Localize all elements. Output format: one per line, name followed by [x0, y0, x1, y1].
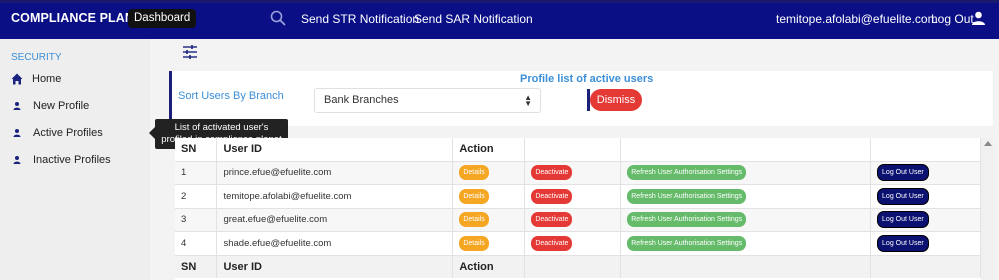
refresh-authorisation-button[interactable]: Refresh User Authorisation Settings	[627, 165, 747, 181]
vertical-scrollbar[interactable]	[981, 138, 993, 280]
cell-sn: 1	[175, 160, 218, 185]
refresh-authorisation-button[interactable]: Refresh User Authorisation Settings	[627, 188, 747, 204]
refresh-authorisation-button[interactable]: Refresh User Authorisation Settings	[627, 212, 747, 228]
logout-user-button[interactable]: Log Out User	[877, 211, 929, 229]
cell-user-id: temitope.afolabi@efuelite.com	[216, 184, 454, 208]
sidebar-item-label: Inactive Profiles	[33, 154, 111, 166]
header-blank	[870, 138, 981, 161]
cell-refresh: Refresh User Authorisation Settings	[620, 207, 872, 232]
cell-details: Details	[452, 207, 526, 232]
cell-logout: Log Out User	[870, 184, 981, 208]
logout-user-button[interactable]: Log Out User	[877, 164, 929, 182]
send-sar-notification-link[interactable]: Send SAR Notification	[414, 12, 533, 26]
scroll-up-arrow-icon[interactable]	[984, 141, 992, 146]
header-blank	[524, 138, 622, 161]
details-button[interactable]: Details	[459, 165, 489, 181]
footer-sn: SN	[175, 254, 218, 278]
header-sn: SN	[175, 138, 218, 161]
footer-user-id: User ID	[216, 254, 454, 278]
header-user-id: User ID	[216, 138, 454, 161]
logout-link[interactable]: Log Out	[931, 12, 974, 26]
cell-sn: 3	[175, 207, 218, 232]
cell-refresh: Refresh User Authorisation Settings	[620, 184, 872, 208]
logout-user-button[interactable]: Log Out User	[877, 234, 929, 252]
footer-blank	[620, 254, 872, 278]
sidebar: SECURITY Home New Profile Active Profile…	[0, 39, 150, 280]
details-button[interactable]: Details	[459, 212, 489, 228]
users-table-container: SN User ID Action 1 prince.efue@efuelite…	[175, 138, 981, 280]
table-row: 1 prince.efue@efuelite.com Details Deact…	[175, 160, 981, 185]
logout-user-button[interactable]: Log Out User	[877, 187, 929, 205]
dashboard-button[interactable]: Dashboard	[128, 9, 197, 28]
cell-sn: 4	[175, 231, 218, 255]
deactivate-button[interactable]: Deactivate	[531, 235, 573, 251]
cell-deactivate: Deactivate	[524, 231, 622, 255]
branch-select[interactable]: Bank Branches ▲ ▼	[314, 88, 541, 113]
table-row: 3 great.efue@efuelite.com Details Deacti…	[175, 207, 981, 232]
cell-sn: 2	[175, 184, 218, 208]
deactivate-button[interactable]: Deactivate	[531, 188, 573, 204]
cell-logout: Log Out User	[870, 231, 981, 255]
deactivate-button[interactable]: Deactivate	[531, 165, 573, 181]
footer-blank	[524, 254, 622, 278]
user-email: temitope.afolabi@efuelite.com	[776, 12, 938, 26]
refresh-authorisation-button[interactable]: Refresh User Authorisation Settings	[627, 235, 747, 251]
send-str-notification-link[interactable]: Send STR Notification	[301, 12, 419, 26]
cell-user-id: shade.efue@efuelite.com	[216, 231, 454, 255]
table-row: 4 shade.efue@efuelite.com Details Deacti…	[175, 231, 981, 255]
dismiss-button[interactable]: Dismiss	[590, 89, 642, 111]
cell-user-id: prince.efue@efuelite.com	[216, 160, 454, 185]
header-blank	[620, 138, 872, 161]
details-button[interactable]: Details	[459, 235, 489, 251]
cell-deactivate: Deactivate	[524, 207, 622, 232]
users-table: SN User ID Action 1 prince.efue@efuelite…	[175, 138, 981, 278]
sidebar-item-label: Active Profiles	[33, 127, 103, 139]
table-header-row: SN User ID Action	[175, 138, 981, 161]
sidebar-item-label: New Profile	[33, 100, 90, 112]
tooltip-line-1: List of activated user's	[174, 122, 269, 133]
header-action: Action	[452, 138, 526, 161]
table-footer-row: SN User ID Action	[175, 254, 981, 278]
person-icon	[13, 102, 21, 110]
footer-blank	[870, 254, 981, 278]
sidebar-item-label: Home	[32, 73, 62, 85]
cell-details: Details	[452, 160, 526, 185]
person-icon[interactable]	[971, 11, 986, 26]
cell-logout: Log Out User	[870, 207, 981, 232]
cell-logout: Log Out User	[870, 160, 981, 185]
table-row: 2 temitope.afolabi@efuelite.com Details …	[175, 184, 981, 208]
sort-by-branch-label: Sort Users By Branch	[178, 90, 284, 102]
search-icon[interactable]	[270, 10, 286, 26]
deactivate-button[interactable]: Deactivate	[531, 212, 573, 228]
person-icon	[13, 156, 21, 164]
filter-sliders-icon[interactable]	[182, 45, 198, 59]
details-button[interactable]: Details	[459, 188, 489, 204]
sidebar-item-home[interactable]: Home	[11, 73, 61, 85]
sidebar-item-new-profile[interactable]: New Profile	[11, 100, 89, 112]
panel-title: Profile list of active users	[520, 73, 654, 85]
cell-deactivate: Deactivate	[524, 184, 622, 208]
sidebar-item-inactive-profiles[interactable]: Inactive Profiles	[11, 154, 111, 166]
branch-select-value: Bank Branches	[324, 94, 399, 106]
sidebar-item-active-profiles[interactable]: Active Profiles	[11, 127, 103, 139]
cell-user-id: great.efue@efuelite.com	[216, 207, 454, 232]
cell-refresh: Refresh User Authorisation Settings	[620, 160, 872, 185]
cell-deactivate: Deactivate	[524, 160, 622, 185]
cell-details: Details	[452, 184, 526, 208]
select-caret-icon: ▲ ▼	[524, 93, 532, 108]
footer-action: Action	[452, 254, 526, 278]
cell-refresh: Refresh User Authorisation Settings	[620, 231, 872, 255]
person-icon	[13, 129, 21, 137]
home-icon	[11, 73, 23, 85]
sidebar-section-title: SECURITY	[11, 52, 62, 63]
cell-details: Details	[452, 231, 526, 255]
